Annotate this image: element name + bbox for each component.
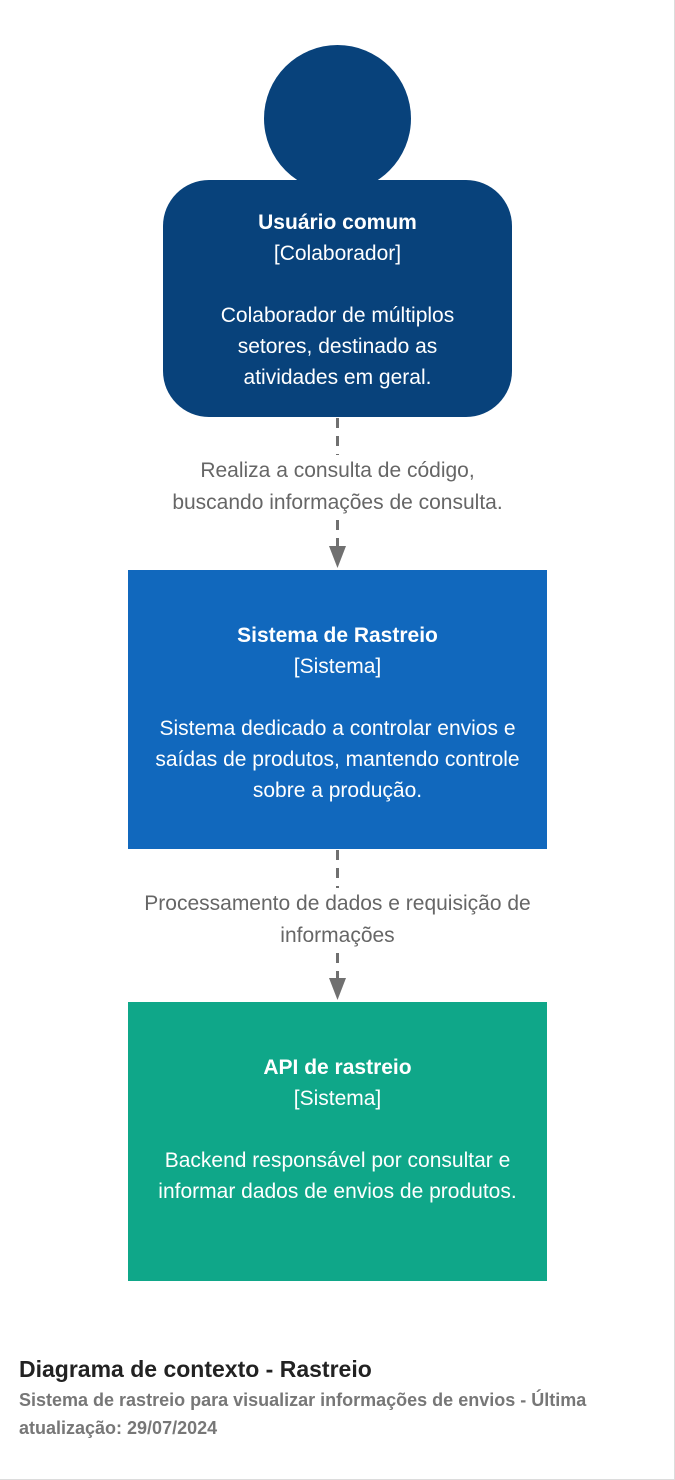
system-description: Sistema dedicado a controlar envios e sa…: [155, 717, 520, 802]
person-name: Usuário comum: [258, 211, 417, 234]
api-type: [Sistema]: [293, 1087, 382, 1110]
system-element[interactable]: Sistema de Rastreio [Sistema] Sistema de…: [128, 570, 547, 849]
relation-label-2: Processamento de dados e requisição de i…: [0, 888, 675, 952]
relation-label-1-line1: Realiza a consulta de código,: [200, 459, 475, 482]
person-description: Colaborador de múltiplos setores, destin…: [220, 304, 455, 389]
person-head: [264, 45, 411, 192]
api-element[interactable]: API de rastreio [Sistema] Backend respon…: [128, 1002, 547, 1281]
person-type: [Colaborador]: [273, 242, 402, 265]
relation-label-1: Realiza a consulta de código, buscando i…: [0, 455, 675, 519]
diagram-title: Diagrama de contexto - Rastreio: [19, 1356, 372, 1382]
relation-label-2-line1: Processamento de dados e requisição de: [144, 892, 531, 915]
relation-label-2-line2: informações: [280, 924, 395, 947]
arrowhead-1: [329, 546, 346, 568]
arrowhead-2: [329, 978, 346, 1000]
api-name: API de rastreio: [263, 1056, 412, 1079]
person-element[interactable]: Usuário comum [Colaborador] Colaborador …: [163, 180, 512, 417]
relation-label-1-line2: buscando informações de consulta.: [172, 491, 503, 514]
system-name: Sistema de Rastreio: [237, 624, 438, 647]
diagram-subtitle: Sistema de rastreio para visualizar info…: [19, 1390, 587, 1438]
api-description: Backend responsável por consultar e info…: [158, 1149, 517, 1203]
system-type: [Sistema]: [293, 655, 382, 678]
